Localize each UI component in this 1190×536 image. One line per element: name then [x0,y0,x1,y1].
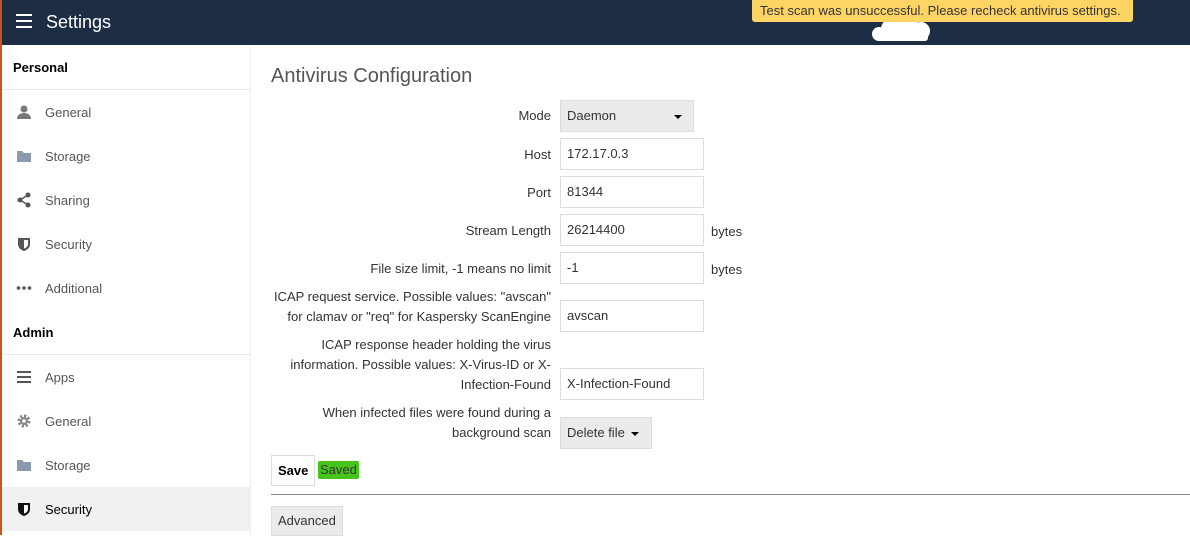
sidebar-item-label: Apps [45,370,75,385]
file-size-limit-label: File size limit, -1 means no limit [370,261,551,276]
section-title-admin: Admin [13,325,54,340]
icap-header-label-line: Infection-Found [460,377,551,392]
folder-icon [17,460,31,471]
main-content: Antivirus Configuration Mode Daemon Host… [251,45,1190,536]
more-icon [16,286,32,290]
sidebar-item-label: Storage [45,458,91,473]
save-button[interactable]: Save [271,455,316,486]
port-input[interactable]: 81344 [560,176,704,208]
icap-service-label: ICAP request service. Possible values: "… [274,287,551,327]
notification-banner[interactable]: Test scan was unsuccessful. Please reche… [752,0,1133,22]
list-icon [17,371,31,383]
saved-status-badge: Saved [318,461,359,479]
sidebar-item-sharing[interactable]: Sharing [2,178,251,222]
sidebar-item-label: General [45,414,92,429]
icap-service-input[interactable]: avscan [560,300,704,332]
sidebar-item-label: General [45,105,92,120]
shield-icon [18,238,30,251]
header-title: Settings [46,12,112,32]
icap-header-label: ICAP response header holding the virus i… [290,335,551,395]
icap-service-label-line: for clamav or "req" for Kaspersky ScanEn… [287,309,551,324]
sidebar-item-label: Additional [45,281,103,296]
icap-service-label-line: ICAP request service. Possible values: "… [273,289,551,304]
hamburger-menu-icon[interactable] [16,14,32,30]
advanced-button[interactable]: Advanced [271,506,343,536]
folder-icon [17,151,31,162]
mode-select[interactable]: Daemon [560,100,694,132]
infected-action-select[interactable]: Delete file [560,417,652,449]
chevron-down-icon [674,115,682,119]
stream-length-input[interactable]: 26214400 [560,214,704,246]
divider [271,494,1190,495]
page-title: Antivirus Configuration [271,65,473,87]
icap-header-label-line: information. Possible values: X-Virus-ID… [290,357,551,372]
infected-action-label-line: background scan [451,425,551,440]
gear-icon [17,414,31,428]
sidebar-item-label: Security [45,237,92,252]
infected-action-value: Delete file [567,425,625,440]
sidebar-item-admin-general[interactable]: General [2,399,251,443]
mode-label: Mode [518,108,551,123]
section-title-personal: Personal [13,60,68,75]
user-icon [17,105,31,119]
file-size-limit-unit: bytes [711,262,743,277]
port-label: Port [527,185,551,200]
host-label: Host [524,147,551,162]
file-size-limit-input[interactable]: -1 [560,252,704,284]
sidebar-item-apps[interactable]: Apps [2,355,251,399]
sidebar-item-admin-security[interactable]: Security [2,487,251,531]
chevron-down-icon [631,432,639,436]
shield-icon [18,503,30,516]
icap-header-input[interactable]: X-Infection-Found [560,368,704,400]
sidebar-item-personal-general[interactable]: General [2,90,251,134]
share-icon [17,192,31,208]
mode-select-value: Daemon [567,108,617,123]
header-bar: Settings ownCloud Test scan was unsucces… [0,0,1190,45]
sidebar-item-admin-storage[interactable]: Storage [2,443,251,487]
stream-length-unit: bytes [711,224,743,239]
infected-action-label: When infected files were found during a … [323,403,551,443]
sidebar-item-personal-security[interactable]: Security [2,222,251,266]
settings-sidebar: Personal General Storage Sharing Securit… [0,45,251,535]
sidebar-item-label: Security [45,502,92,517]
host-input[interactable]: 172.17.0.3 [560,138,704,170]
sidebar-item-personal-storage[interactable]: Storage [2,134,251,178]
infected-action-label-line: When infected files were found during a [322,405,551,420]
icap-header-label-line: ICAP response header holding the virus [321,337,551,352]
sidebar-item-additional[interactable]: Additional [2,266,251,310]
sidebar-item-label: Sharing [45,193,90,208]
sidebar-item-label: Storage [45,149,91,164]
stream-length-label: Stream Length [465,223,551,238]
